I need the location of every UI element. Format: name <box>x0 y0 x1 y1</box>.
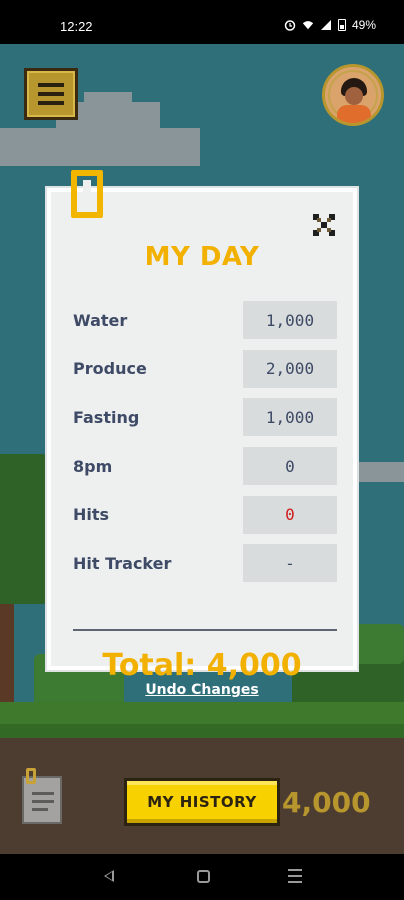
my-day-dialog: MY DAY Water 1,000 Produce 2,000 Fasting… <box>47 170 357 683</box>
row-hits: Hits 0 <box>73 490 337 539</box>
divider <box>73 629 337 631</box>
paper-clip-icon <box>26 768 36 784</box>
alarm-icon <box>284 20 296 31</box>
row-label: Produce <box>73 359 147 379</box>
tree-canopy <box>0 454 48 604</box>
row-water: Water 1,000 <box>73 296 337 345</box>
paper-clip-icon <box>71 170 103 218</box>
row-produce: Produce 2,000 <box>73 345 337 394</box>
row-value[interactable]: 1,000 <box>243 301 337 340</box>
user-avatar[interactable] <box>322 64 384 126</box>
back-icon[interactable] <box>104 870 114 882</box>
avatar-face <box>345 87 363 105</box>
row-label: 8pm <box>73 456 113 476</box>
cloud-small <box>356 462 404 482</box>
row-fasting: Fasting 1,000 <box>73 393 337 442</box>
my-history-button[interactable]: MY HISTORY <box>124 778 280 826</box>
battery-icon <box>337 19 346 31</box>
home-icon[interactable] <box>197 870 210 883</box>
row-label: Hits <box>73 505 110 525</box>
status-time: 12:22 <box>60 19 93 34</box>
game-scene: MY DAY Water 1,000 Produce 2,000 Fasting… <box>0 44 404 854</box>
row-hit-tracker: Hit Tracker - <box>73 539 337 588</box>
cloud-top <box>84 92 132 106</box>
row-value[interactable]: 1,000 <box>243 398 337 437</box>
row-value[interactable]: 0 <box>243 447 337 486</box>
day-rows: Water 1,000 Produce 2,000 Fasting 1,000 … <box>73 296 337 588</box>
row-value[interactable]: 0 <box>243 495 337 534</box>
row-label: Water <box>73 310 128 330</box>
signal-icon <box>320 20 331 30</box>
hamburger-menu-icon <box>38 83 64 87</box>
row-value[interactable]: - <box>243 544 337 583</box>
row-label: Fasting <box>73 407 140 427</box>
dialog-title: MY DAY <box>144 242 260 272</box>
avatar-shirt <box>337 105 371 123</box>
total-score: Total: 4,000 <box>102 648 302 683</box>
footer-score: 4,000 <box>282 786 371 819</box>
close-x-icon[interactable] <box>313 214 335 236</box>
undo-changes-link[interactable]: Undo Changes <box>0 682 404 698</box>
hamburger-menu-icon <box>38 101 64 105</box>
row-label: Hit Tracker <box>73 553 172 573</box>
hamburger-menu-icon <box>38 92 64 96</box>
document-icon[interactable] <box>22 768 62 824</box>
status-icons: 49% <box>284 18 376 32</box>
system-nav-bar <box>0 854 404 900</box>
row-8pm: 8pm 0 <box>73 442 337 491</box>
wifi-icon <box>302 21 314 30</box>
row-value[interactable]: 2,000 <box>243 349 337 388</box>
recent-apps-icon[interactable] <box>288 869 302 883</box>
grass-edge <box>0 724 404 738</box>
cloud <box>0 128 200 166</box>
hamburger-menu-button[interactable] <box>24 68 78 120</box>
battery-percentage: 49% <box>351 18 376 32</box>
status-bar: 12:22 49% <box>0 0 404 44</box>
